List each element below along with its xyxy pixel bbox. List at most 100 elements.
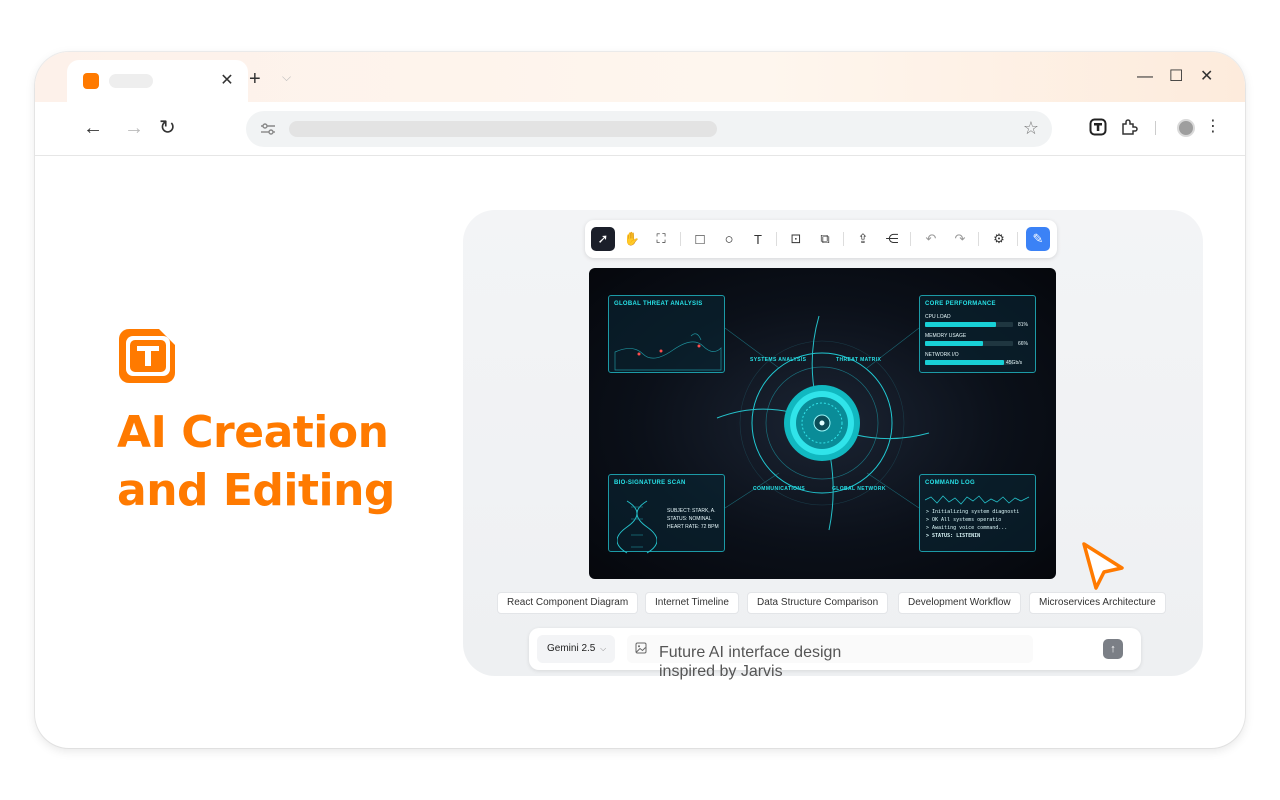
scan-tool-icon[interactable]: ⊡ [784,227,808,251]
ai-edit-tool-icon[interactable]: ✎ [1026,227,1050,251]
url-placeholder [289,121,717,137]
toolbar-divider [978,232,979,246]
new-tab-button[interactable]: + [249,69,261,89]
select-tool-icon[interactable]: ➚ [591,227,615,251]
tab-title-placeholder [109,74,153,88]
network-value: 45Gb/s [1006,360,1023,366]
page-content: AI Creation and Editing ➚ ✋ ⛶ □ ○ T ⊡ ⧉ … [35,156,1245,748]
suggestion-chips: React Component Diagram Internet Timelin… [497,592,1177,614]
frame-tool-icon[interactable]: ⛶ [649,227,673,251]
browser-window: ✕ + ⌵ — ☐ ✕ ← → ↻ ☆ ⋮ AI Creation and Ed… [35,52,1245,748]
hand-tool-icon[interactable]: ✋ [620,227,644,251]
hero-title-line1: AI Creation [117,407,389,458]
generated-canvas[interactable]: GLOBAL THREAT ANALYSIS CORE PERFORMANCE … [589,268,1056,579]
bookmark-star-icon[interactable]: ☆ [1023,118,1039,139]
image-upload-icon[interactable] [635,642,647,654]
memory-bar-fill [925,341,984,346]
browser-toolbar: ← → ↻ ☆ ⋮ [35,102,1245,156]
settings-tool-icon[interactable]: ⚙ [987,227,1011,251]
toolbar-divider [680,232,681,246]
memory-label: MEMORY USAGE [925,333,967,339]
address-bar[interactable]: ☆ [246,111,1052,147]
share-tool-icon[interactable]: ⋲ [880,227,904,251]
drawing-toolbar: ➚ ✋ ⛶ □ ○ T ⊡ ⧉ ⇪ ⋲ ↶ ↷ ⚙ ✎ [585,220,1057,258]
systems-analysis-label: SYSTEMS ANALYSIS [750,357,807,363]
log-line-2: > OK All systems operatio [926,517,1002,523]
text-tool-icon[interactable]: T [746,227,770,251]
back-button[interactable]: ← [83,117,103,139]
cpu-label: CPU LOAD [925,314,951,320]
toolbar-divider [1017,232,1018,246]
rectangle-tool-icon[interactable]: □ [688,227,712,251]
suggestion-chip[interactable]: Microservices Architecture [1029,592,1166,614]
hero-title: AI Creation and Editing [117,404,395,520]
bio-heart-rate: HEART RATE: 72 BPM [667,524,719,530]
tab-close-icon[interactable]: ✕ [217,71,237,91]
pointer-cursor-icon [1082,542,1124,590]
memory-value: 66% [1018,341,1029,347]
perf-card-title: CORE PERFORMANCE [925,301,996,307]
suggestion-chip[interactable]: Internet Timeline [645,592,739,614]
tab-search-chevron-icon[interactable]: ⌵ [282,70,291,85]
ellipse-tool-icon[interactable]: ○ [717,227,741,251]
hero-title-line2: and Editing [117,465,395,516]
network-bar [925,360,1013,365]
prompt-text: Future AI interface design inspired by J… [659,644,842,680]
model-selector[interactable]: Gemini 2.5 ⌵ [537,635,615,663]
profile-avatar[interactable] [1177,119,1195,137]
suggestion-chip[interactable]: Development Workflow [898,592,1021,614]
forward-button[interactable]: → [124,117,144,139]
toolbar-divider [910,232,911,246]
network-label: NETWORK I/O [925,352,959,358]
tab-favicon-icon [83,73,99,89]
cpu-bar-fill [925,322,997,327]
send-button[interactable]: ↑ [1103,639,1123,659]
suggestion-chip[interactable]: React Component Diagram [497,592,639,614]
cpu-bar [925,322,1013,327]
command-log-card: COMMAND LOG > Initializing system diagno… [919,474,1036,552]
log-line-4: > STATUS: LISTENIN [926,533,981,539]
maximize-button[interactable]: ☐ [1169,68,1183,86]
threat-map-graphic [614,333,722,371]
browser-menu-icon[interactable]: ⋮ [1205,116,1221,136]
threat-card-title: GLOBAL THREAT ANALYSIS [614,301,703,307]
cpu-value: 81% [1018,322,1029,328]
editor-panel: ➚ ✋ ⛶ □ ○ T ⊡ ⧉ ⇪ ⋲ ↶ ↷ ⚙ ✎ GLOBAL THREA… [463,210,1203,680]
site-settings-icon[interactable] [259,120,277,138]
global-network-label: GLOBAL NETWORK [832,486,886,492]
waveform-graphic [925,495,1030,505]
communications-label: COMMUNICATIONS [753,486,806,492]
toolbar-divider [1155,121,1156,135]
extensions-puzzle-icon[interactable] [1120,118,1138,136]
log-card-title: COMMAND LOG [925,480,975,486]
brand-logo-icon [119,329,175,383]
tab-strip: ✕ + ⌵ — ☐ ✕ [35,52,1245,102]
model-name: Gemini 2.5 [547,643,596,654]
bio-subject: SUBJECT: STARK, A. [667,508,716,514]
browser-tab[interactable]: ✕ [67,60,248,102]
bio-card-title: BIO-SIGNATURE SCAN [614,480,686,486]
chevron-down-icon: ⌵ [600,644,607,653]
log-line-1: > Initializing system diagnosti [926,509,1020,515]
bio-status: STATUS: NOMINAL [667,516,712,522]
log-line-3: > Awaiting voice command... [926,525,1008,531]
undo-tool-icon[interactable]: ↶ [919,227,943,251]
bio-signature-card: BIO-SIGNATURE SCAN SUBJECT: STARK, A. ST… [608,474,725,554]
memory-bar [925,341,1013,346]
close-window-button[interactable]: ✕ [1200,68,1213,86]
threat-analysis-card: GLOBAL THREAT ANALYSIS [608,295,725,373]
export-tool-icon[interactable]: ⇪ [851,227,875,251]
dna-helix-icon [617,500,657,554]
threat-matrix-label: THREAT MATRIX [836,357,882,363]
toolbar-divider [776,232,777,246]
suggestion-chip[interactable]: Data Structure Comparison [747,592,889,614]
prompt-bar: Gemini 2.5 ⌵ Future AI interface design … [529,628,1141,680]
redo-tool-icon[interactable]: ↷ [948,227,972,251]
network-bar-fill [925,360,1005,365]
reload-button[interactable]: ↻ [159,117,176,139]
connector-tool-icon[interactable]: ⧉ [813,227,837,251]
minimize-button[interactable]: — [1137,68,1153,86]
toolbar-divider [843,232,844,246]
extension-t-icon[interactable] [1089,118,1107,136]
core-performance-card: CORE PERFORMANCE CPU LOAD 81% MEMORY USA… [919,295,1036,373]
